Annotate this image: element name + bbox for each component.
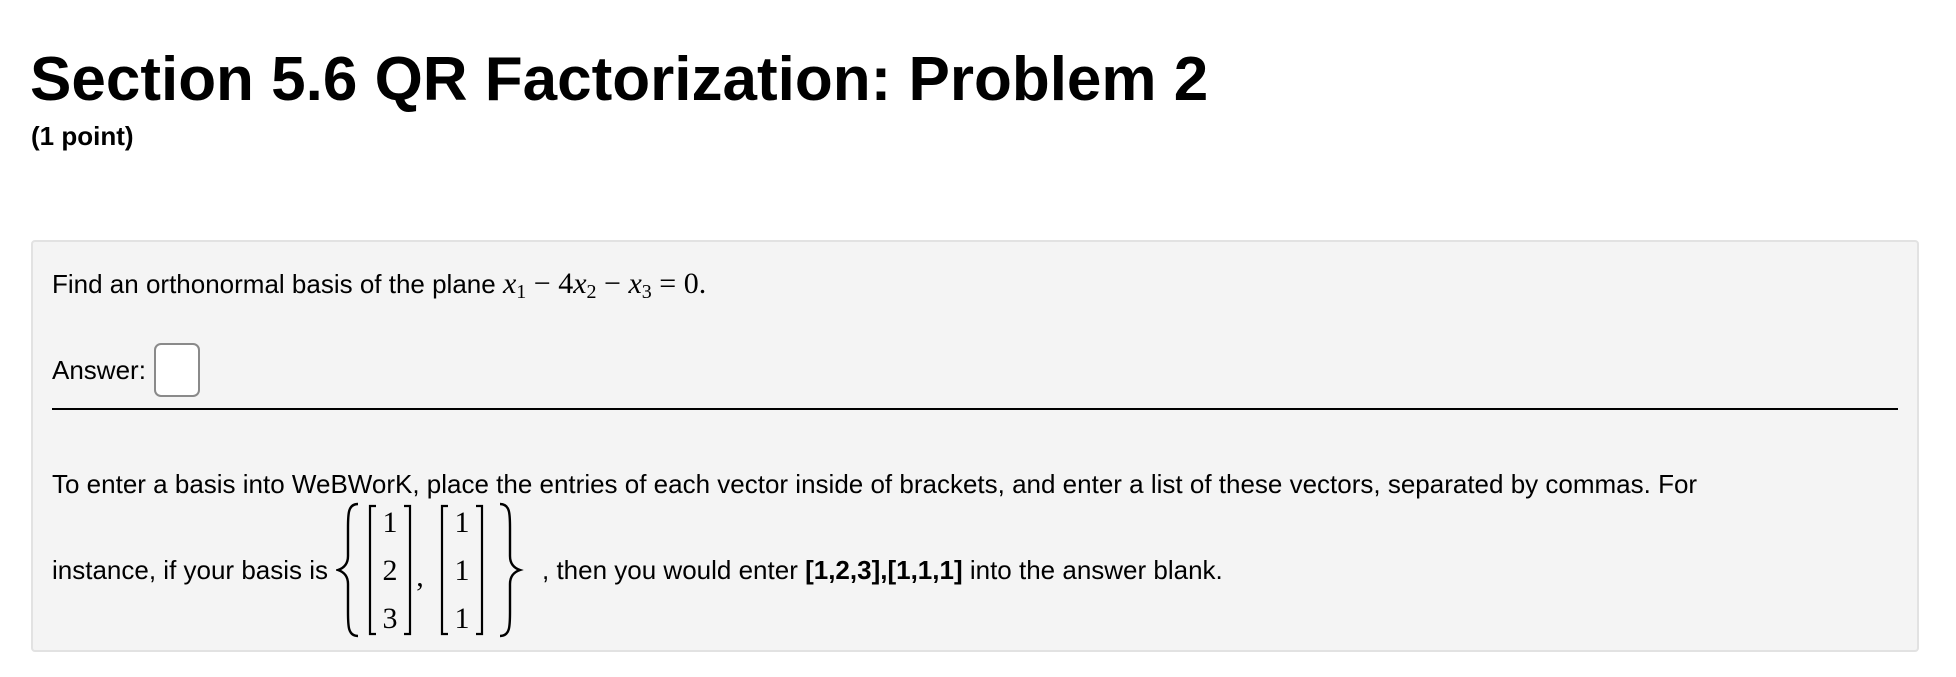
help-prefix: instance, if your basis is: [52, 554, 329, 585]
vector2-entry: 1: [455, 602, 470, 635]
vector1-entry: 1: [383, 506, 398, 539]
vector1-entry: 3: [383, 602, 398, 635]
answer-input[interactable]: [153, 343, 200, 397]
help-text-line2: instance, if your basis is 1 2 3 , 1 1 1…: [52, 500, 1223, 640]
divider: [52, 408, 1898, 410]
vector-separator: ,: [416, 560, 424, 593]
help-middle: , then you would enter: [542, 554, 798, 585]
problem-panel: Find an orthonormal basis of the plane x…: [31, 240, 1919, 652]
vector2-left-bracket: [440, 504, 449, 636]
problem-statement: Find an orthonormal basis of the plane x…: [52, 266, 706, 310]
left-brace: [336, 502, 359, 638]
vector1-left-bracket: [368, 504, 377, 636]
answer-label: Answer:: [52, 354, 146, 385]
page-title: Section 5.6 QR Factorization: Problem 2: [30, 45, 1209, 114]
problem-points: (1 point): [31, 121, 134, 151]
help-text-line1: To enter a basis into WeBWorK, place the…: [52, 469, 1698, 499]
right-brace: [499, 502, 524, 638]
vector1-right-bracket: [404, 504, 412, 636]
example-answer: [1,2,3],[1,1,1]: [805, 554, 963, 585]
help-suffix: into the answer blank.: [969, 554, 1223, 585]
answer-row: Answer:: [52, 342, 200, 398]
vector1-entry: 2: [383, 554, 398, 587]
prompt-text: Find an orthonormal basis of the plane: [52, 269, 496, 299]
vector2-entry: 1: [455, 554, 470, 587]
vector2-right-bracket: [476, 504, 484, 636]
basis-example-formula: 1 2 3 , 1 1 1: [336, 502, 524, 638]
vector2-entry: 1: [455, 506, 470, 539]
plane-equation: x1 − 4x2 − x3 = 0.: [502, 267, 707, 303]
